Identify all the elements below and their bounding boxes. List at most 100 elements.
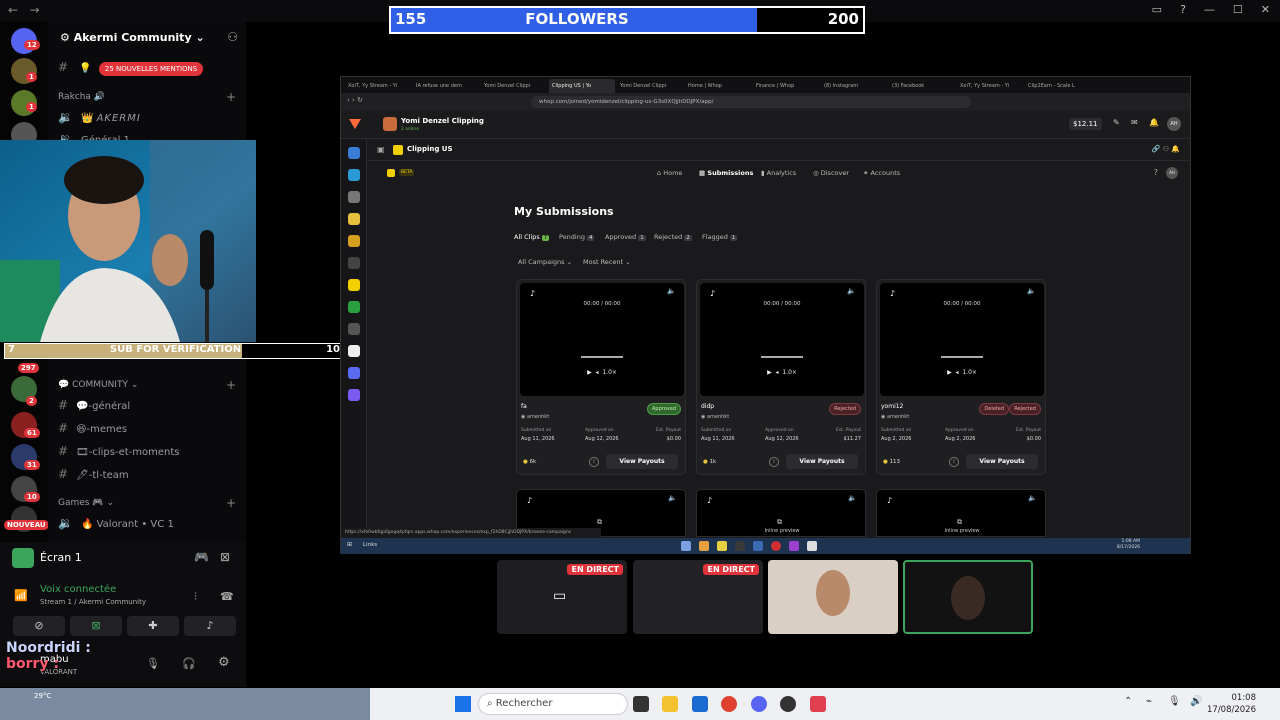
volume-icon[interactable]: 🔈 <box>848 494 857 502</box>
back-arrow-icon[interactable]: ← → <box>8 3 40 17</box>
store-icon[interactable] <box>692 696 708 712</box>
browser-tab[interactable]: Yomi Denzel Clippi <box>617 79 683 93</box>
app-icon[interactable] <box>348 235 360 247</box>
mentions-badge[interactable]: 25 NOUVELLES MENTIONS <box>98 62 204 76</box>
filter-approved[interactable]: Approved 1 <box>605 233 646 241</box>
app-icon[interactable] <box>789 541 799 551</box>
app-icon[interactable] <box>810 696 826 712</box>
screen-share-button[interactable]: ⊠ <box>70 616 122 636</box>
campaign-filter-dropdown[interactable]: All Campaigns ⌄ <box>518 258 572 266</box>
help-icon[interactable]: ? <box>1180 3 1186 16</box>
settings-icon[interactable]: ⚙ <box>218 655 230 670</box>
view-payouts-button[interactable]: View Payouts <box>606 454 678 469</box>
nav-home[interactable]: ⌂ Home <box>657 169 682 177</box>
app-icon[interactable] <box>348 213 360 225</box>
user-avatar[interactable]: AH <box>1167 117 1181 131</box>
help-icon[interactable]: ? <box>1154 168 1158 177</box>
minimize-icon[interactable]: — <box>1204 3 1215 16</box>
category-games[interactable]: Games 🎮 ⌄ <box>58 498 114 508</box>
app-icon[interactable] <box>735 541 745 551</box>
video-scrubber[interactable] <box>941 356 983 358</box>
volume-icon[interactable]: 🔈 <box>1028 494 1037 502</box>
add-channel-icon[interactable]: + <box>226 90 236 104</box>
browser-tab[interactable]: Clip2Earn - Scale L <box>1025 79 1091 93</box>
video-player[interactable]: ♪ 🔈 00:00 / 00:00 ▶ ◂ 1.0× <box>880 283 1044 396</box>
filter-flagged[interactable]: Flagged 1 <box>702 233 738 241</box>
obs-icon[interactable] <box>780 696 796 712</box>
browser-tab[interactable]: Finance | Whop <box>753 79 819 93</box>
nav-submissions[interactable]: ▦ Submissions <box>699 169 753 177</box>
server-name[interactable]: ⚙ Akermi Community ⌄ <box>60 31 205 44</box>
gamepad-icon[interactable]: 🎮 <box>194 550 209 564</box>
inbox-icon[interactable]: ▭ <box>1152 3 1162 16</box>
browser-tab[interactable]: IA refuse une dem <box>413 79 479 93</box>
submission-card[interactable]: ♪ 🔈 ⧉ Inline preview <box>696 489 866 537</box>
app-icon[interactable] <box>348 323 360 335</box>
info-icon[interactable]: i <box>949 457 959 467</box>
external-link-icon[interactable]: ⧉ <box>777 518 782 527</box>
close-icon[interactable]: ✕ <box>1261 3 1270 16</box>
browser-tab[interactable]: XoiT, Yy Stream - Yi <box>957 79 1023 93</box>
submission-card[interactable]: ♪ 🔈 00:00 / 00:00 ▶ ◂ 1.0× yomi12 ◉ amen… <box>876 279 1046 475</box>
app-icon[interactable] <box>807 541 817 551</box>
view-payouts-button[interactable]: View Payouts <box>966 454 1038 469</box>
speaker-icon[interactable]: 🔊 <box>1190 696 1202 707</box>
video-player[interactable]: ♪ 🔈 00:00 / 00:00 ▶ ◂ 1.0× <box>520 283 684 396</box>
nav-avatar[interactable]: AH <box>1166 167 1178 179</box>
close-stream-icon[interactable]: ⊠ <box>220 550 230 564</box>
whop-logo-icon[interactable] <box>349 119 361 129</box>
app-icon[interactable] <box>348 345 360 357</box>
browser-tab[interactable]: (3) Facebook <box>889 79 955 93</box>
app-icon[interactable] <box>753 541 763 551</box>
mic-tray-icon[interactable]: 🎙 <box>1168 696 1181 707</box>
url-field[interactable]: whop.com/joined/yomidenzel/clipping-us-G… <box>531 96 971 108</box>
file-explorer-icon[interactable] <box>662 696 678 712</box>
disconnect-icon[interactable]: ☎ <box>220 590 234 603</box>
external-link-icon[interactable]: ⧉ <box>597 518 602 527</box>
channel-valorant[interactable]: 🔉 🔥 Valorant • VC 1 <box>58 516 174 530</box>
mentions-row[interactable]: # 💡 25 NOUVELLES MENTIONS <box>58 60 204 76</box>
channel-memes[interactable]: # 😆-memes <box>58 421 127 435</box>
sort-dropdown[interactable]: Most Recent ⌄ <box>583 258 631 266</box>
balance[interactable]: $12.11 <box>1069 118 1102 130</box>
mic-icon[interactable]: 🎙 <box>146 657 160 670</box>
weather-widget[interactable]: 29°C <box>0 688 370 720</box>
app-icon[interactable] <box>717 541 727 551</box>
add-channel-icon[interactable]: + <box>226 378 236 392</box>
add-user-icon[interactable]: ⚇ <box>227 30 238 44</box>
camera-off-button[interactable]: ⊘ <box>13 616 65 636</box>
app-icon[interactable] <box>348 169 360 181</box>
app-icon[interactable] <box>348 191 360 203</box>
volume-icon[interactable]: 🔈 <box>847 287 856 295</box>
discord-icon[interactable] <box>751 696 767 712</box>
maximize-icon[interactable]: ☐ <box>1233 3 1243 16</box>
system-clock[interactable]: 01:08 17/08/2026 <box>1207 692 1256 716</box>
remote-start-icon[interactable]: ⊞ <box>347 541 352 548</box>
add-channel-icon[interactable]: + <box>226 496 236 510</box>
view-payouts-button[interactable]: View Payouts <box>786 454 858 469</box>
volume-icon[interactable]: 🔈 <box>668 494 677 502</box>
network-icon[interactable]: ⌁ <box>1146 696 1152 707</box>
info-icon[interactable]: i <box>589 457 599 467</box>
video-controls[interactable]: ▶ ◂ 1.0× <box>700 369 864 376</box>
stream-thumbnail[interactable]: EN DIRECT ▭ <box>497 560 627 634</box>
app-icon[interactable] <box>348 301 360 313</box>
browser-tab[interactable]: (8) Instagram <box>821 79 887 93</box>
soundboard-button[interactable]: ♪ <box>184 616 236 636</box>
channel-tl-team[interactable]: # 🖊-tl-team <box>58 467 129 481</box>
filter-all-clips[interactable]: All Clips 7 <box>514 233 550 241</box>
pin-icon[interactable]: ✎ <box>1113 118 1120 127</box>
app-icon[interactable] <box>348 279 360 291</box>
app-icon[interactable] <box>348 257 360 269</box>
submission-card[interactable]: ♪ 🔈 ⧉ Inline preview <box>876 489 1046 537</box>
browser-tab-active[interactable]: Clipping US | Yo <box>549 79 615 93</box>
filter-pending[interactable]: Pending 4 <box>559 233 595 241</box>
channel-general[interactable]: # 💬-général <box>58 398 130 412</box>
task-view-icon[interactable] <box>633 696 649 712</box>
volume-icon[interactable]: 🔈 <box>1027 287 1036 295</box>
headphones-icon[interactable]: 🎧 <box>182 657 196 670</box>
nav-analytics[interactable]: ▮ Analytics <box>761 169 796 177</box>
video-controls[interactable]: ▶ ◂ 1.0× <box>520 369 684 376</box>
filter-rejected[interactable]: Rejected 2 <box>654 233 692 241</box>
chrome-icon[interactable] <box>721 696 737 712</box>
